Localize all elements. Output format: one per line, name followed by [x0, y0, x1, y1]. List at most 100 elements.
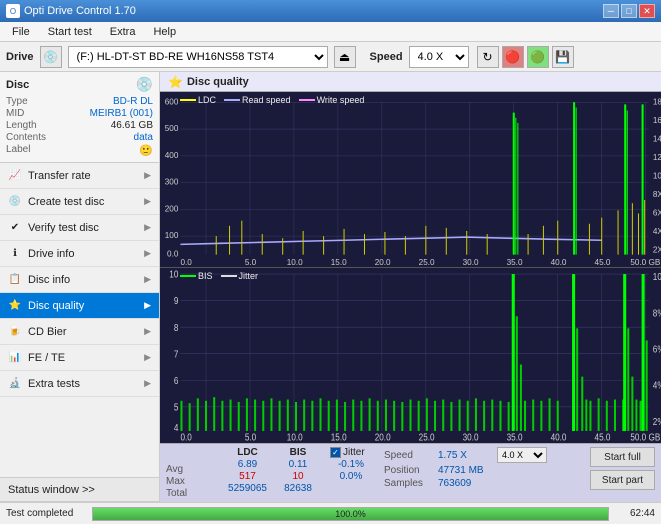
sidebar-item-fe-te[interactable]: 📊 FE / TE ▶	[0, 345, 159, 371]
cd-bier-arrow: ▶	[144, 326, 151, 337]
drive-info-arrow: ▶	[144, 248, 151, 259]
legend-top: LDC Read speed Write speed	[180, 95, 364, 105]
svg-text:30.0: 30.0	[463, 432, 479, 443]
extra-tests-arrow: ▶	[144, 378, 151, 389]
titlebar-buttons: ─ □ ✕	[603, 4, 655, 18]
stats-ldc-col: LDC 6.89 517 5259065	[225, 447, 270, 499]
sidebar-item-cd-bier[interactable]: 🍺 CD Bier ▶	[0, 319, 159, 345]
disc-quality-header: ⭐ Disc quality	[160, 72, 661, 92]
sidebar-item-drive-info[interactable]: ℹ Drive info ▶	[0, 241, 159, 267]
speed-row: Speed 1.75 X 4.0 X 1.0 X 2.0 X	[384, 447, 547, 463]
legend-jitter-label: Jitter	[239, 271, 259, 281]
svg-text:35.0: 35.0	[507, 432, 523, 443]
svg-text:2X: 2X	[653, 246, 661, 255]
menu-help[interactable]: Help	[145, 24, 184, 40]
stats-total-row: Total	[166, 488, 221, 499]
drive-info-icon: ℹ	[8, 247, 22, 261]
svg-text:25.0: 25.0	[419, 432, 435, 443]
stats-max-row: Max	[166, 476, 221, 487]
speed-select[interactable]: 4.0 X 1.0 X 2.0 X 8.0 X	[409, 46, 469, 68]
svg-text:5.0: 5.0	[245, 258, 257, 267]
status-window: Status window >>	[0, 477, 159, 502]
svg-text:16X: 16X	[653, 116, 661, 125]
svg-text:300: 300	[165, 178, 179, 187]
start-full-button[interactable]: Start full	[590, 447, 655, 467]
fe-te-label: FE / TE	[28, 352, 65, 364]
drivebar: Drive 💿 (F:) HL-DT-ST BD-RE WH16NS58 TST…	[0, 42, 661, 72]
start-part-button[interactable]: Start part	[590, 470, 655, 490]
minimize-button[interactable]: ─	[603, 4, 619, 18]
speed-label: Speed	[370, 51, 403, 63]
disc-key-mid: MID	[6, 108, 61, 119]
close-button[interactable]: ✕	[639, 4, 655, 18]
disc-key-contents: Contents	[6, 132, 61, 143]
chart-top: LDC Read speed Write speed	[160, 92, 661, 268]
legend-bis: BIS	[180, 271, 213, 281]
maximize-button[interactable]: □	[621, 4, 637, 18]
jitter-checkbox[interactable]: ✓	[330, 447, 341, 458]
speed-icons: ↻ 🔴 🟢 💾	[477, 46, 574, 68]
svg-text:200: 200	[165, 204, 179, 213]
svg-text:10X: 10X	[653, 171, 661, 180]
svg-text:50.0 GB: 50.0 GB	[630, 432, 660, 443]
position-key: Position	[384, 465, 434, 476]
svg-text:8: 8	[174, 322, 179, 333]
svg-text:8%: 8%	[653, 308, 661, 319]
svg-text:40.0: 40.0	[551, 258, 567, 267]
svg-text:4%: 4%	[653, 380, 661, 391]
legend-jitter-color	[221, 275, 237, 277]
svg-text:0.0: 0.0	[167, 250, 179, 259]
svg-text:50.0 GB: 50.0 GB	[630, 258, 660, 267]
save-button[interactable]: 💾	[552, 46, 574, 68]
drive-select[interactable]: (F:) HL-DT-ST BD-RE WH16NS58 TST4	[68, 46, 328, 68]
sidebar-item-verify-test-disc[interactable]: ✔ Verify test disc ▶	[0, 215, 159, 241]
legend-readspeed-label: Read speed	[242, 95, 291, 105]
extra-tests-icon: 🔬	[8, 377, 22, 391]
svg-text:5.0: 5.0	[245, 432, 256, 443]
legend-writespeed-label: Write speed	[317, 95, 365, 105]
sidebar-item-disc-quality[interactable]: ⭐ Disc quality ▶	[0, 293, 159, 319]
transfer-rate-arrow: ▶	[144, 170, 151, 181]
sidebar: Disc 💿 Type BD-R DL MID MEIRB1 (001) Len…	[0, 72, 160, 502]
stats-speed-col: Speed 1.75 X 4.0 X 1.0 X 2.0 X Position …	[384, 447, 547, 499]
stats-bar: Avg Max Total LDC 6.89 517 5259065 BIS 0…	[160, 443, 661, 502]
samples-key: Samples	[384, 478, 434, 489]
legend-bottom: BIS Jitter	[180, 271, 258, 281]
menu-extra[interactable]: Extra	[102, 24, 144, 40]
sidebar-item-disc-info[interactable]: 📋 Disc info ▶	[0, 267, 159, 293]
cd-bier-label: CD Bier	[28, 326, 67, 338]
refresh-button[interactable]: ↻	[477, 46, 499, 68]
drive-icon-btn[interactable]: 💿	[40, 46, 62, 68]
svg-text:10%: 10%	[653, 271, 661, 282]
svg-text:20.0: 20.0	[375, 258, 391, 267]
sidebar-item-create-test-disc[interactable]: 💿 Create test disc ▶	[0, 189, 159, 215]
menu-starttest[interactable]: Start test	[40, 24, 100, 40]
disc-val-contents: data	[61, 132, 153, 143]
svg-text:10.0: 10.0	[287, 258, 303, 267]
legend-writespeed: Write speed	[299, 95, 365, 105]
stats-bis-col: BIS 0.11 10 82638	[278, 447, 318, 499]
bis-avg: 0.11	[278, 459, 318, 470]
statusbar: Test completed 100.0% 62:44	[0, 502, 661, 524]
svg-text:30.0: 30.0	[463, 258, 479, 267]
main-area: Disc 💿 Type BD-R DL MID MEIRB1 (001) Len…	[0, 72, 661, 502]
content-area: ⭐ Disc quality LDC Read speed	[160, 72, 661, 502]
sidebar-item-extra-tests[interactable]: 🔬 Extra tests ▶	[0, 371, 159, 397]
progress-bar-fill: 100.0%	[93, 508, 608, 520]
status-window-button[interactable]: Status window >>	[0, 478, 159, 502]
svg-text:8X: 8X	[653, 190, 661, 199]
bis-max: 10	[278, 471, 318, 482]
create-test-disc-arrow: ▶	[144, 196, 151, 207]
color1-button[interactable]: 🔴	[502, 46, 524, 68]
sidebar-item-transfer-rate[interactable]: 📈 Transfer rate ▶	[0, 163, 159, 189]
disc-title: Disc	[6, 79, 29, 91]
start-buttons: Start full Start part	[590, 447, 655, 499]
eject-button[interactable]: ⏏	[334, 46, 356, 68]
menu-file[interactable]: File	[4, 24, 38, 40]
stats-jitter-col: ✓ Jitter -0.1% 0.0%	[326, 447, 376, 499]
fe-te-arrow: ▶	[144, 352, 151, 363]
svg-text:5: 5	[174, 402, 179, 413]
disc-row-type: Type BD-R DL	[6, 96, 153, 107]
color2-button[interactable]: 🟢	[527, 46, 549, 68]
speed-dropdown[interactable]: 4.0 X 1.0 X 2.0 X	[497, 447, 547, 463]
